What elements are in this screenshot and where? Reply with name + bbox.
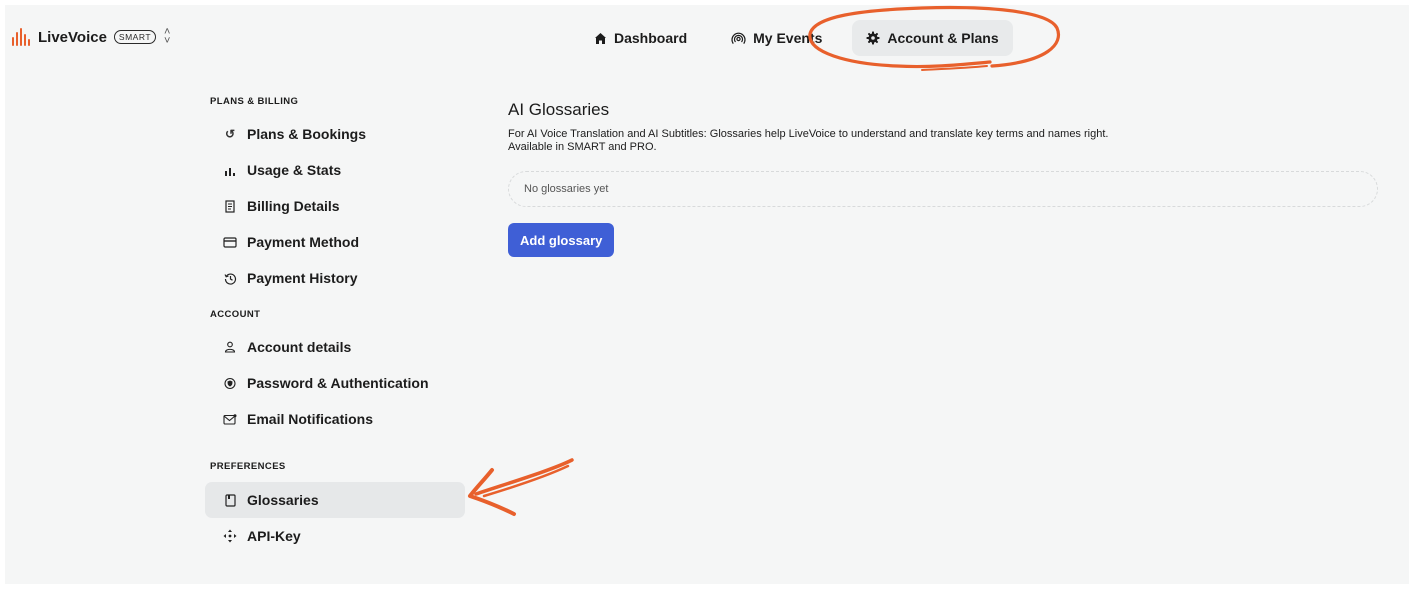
chevron-up-down-icon[interactable]: ˄ ˅ bbox=[164, 27, 170, 47]
sidebar-item-label: Usage & Stats bbox=[247, 162, 342, 178]
user-icon bbox=[223, 341, 237, 353]
annotation-ellipse bbox=[808, 5, 1060, 71]
settings-sidebar: PLANS & BILLING ↺ Plans & Bookings Usage… bbox=[205, 96, 465, 554]
plan-badge: SMART bbox=[113, 30, 157, 44]
sidebar-item-label: Payment History bbox=[247, 270, 358, 286]
mail-icon bbox=[223, 413, 237, 425]
book-icon bbox=[223, 493, 237, 507]
sidebar-item-plans-bookings[interactable]: ↺ Plans & Bookings bbox=[205, 116, 465, 152]
receipt-icon bbox=[223, 199, 237, 213]
section-title-plans-billing: PLANS & BILLING bbox=[210, 96, 299, 107]
nav-dashboard-label: Dashboard bbox=[614, 30, 688, 46]
sidebar-item-label: Plans & Bookings bbox=[247, 126, 367, 142]
add-glossary-button[interactable]: Add glossary bbox=[508, 223, 615, 257]
home-icon bbox=[594, 32, 607, 45]
description-line-1: For AI Voice Translation and AI Subtitle… bbox=[508, 128, 1109, 140]
sidebar-item-label: Password & Authentication bbox=[247, 375, 429, 391]
glossaries-empty-state: No glossaries yet bbox=[508, 171, 1378, 207]
sidebar-item-payment-history[interactable]: Payment History bbox=[205, 260, 465, 296]
history-icon bbox=[223, 272, 237, 285]
description-line-2: Available in SMART and PRO. bbox=[508, 141, 657, 153]
sidebar-item-payment-method[interactable]: Payment Method bbox=[205, 224, 465, 260]
sidebar-item-label: Payment Method bbox=[247, 234, 360, 250]
sidebar-item-label: Email Notifications bbox=[247, 411, 374, 427]
brand-name: LiveVoice bbox=[38, 28, 107, 46]
sidebar-item-api-key[interactable]: API-Key bbox=[205, 518, 465, 554]
section-title-account: ACCOUNT bbox=[210, 309, 261, 320]
shield-icon bbox=[223, 377, 237, 390]
sidebar-item-label: Billing Details bbox=[247, 198, 340, 214]
plans-icon: ↺ bbox=[224, 127, 236, 141]
sidebar-item-account-details[interactable]: Account details bbox=[205, 329, 465, 365]
page-description: For AI Voice Translation and AI Subtitle… bbox=[508, 128, 1378, 154]
sidebar-item-label: Account details bbox=[247, 339, 352, 355]
empty-state-text: No glossaries yet bbox=[524, 183, 609, 195]
sidebar-item-label: API-Key bbox=[247, 528, 301, 544]
section-title-preferences: PREFERENCES bbox=[210, 461, 286, 472]
credit-card-icon bbox=[223, 236, 237, 248]
nav-dashboard[interactable]: Dashboard bbox=[580, 20, 701, 56]
sidebar-item-email-notifications[interactable]: Email Notifications bbox=[205, 401, 465, 437]
sidebar-item-billing-details[interactable]: Billing Details bbox=[205, 188, 465, 224]
main-content: AI Glossaries For AI Voice Translation a… bbox=[508, 100, 1378, 257]
broadcast-icon bbox=[731, 32, 746, 45]
move-arrows-icon bbox=[223, 529, 237, 543]
sidebar-item-usage-stats[interactable]: Usage & Stats bbox=[205, 152, 465, 188]
sidebar-item-label: Glossaries bbox=[247, 492, 319, 508]
bar-chart-icon bbox=[223, 165, 237, 176]
sidebar-item-password-authentication[interactable]: Password & Authentication bbox=[205, 365, 465, 401]
annotation-arrow bbox=[468, 458, 574, 516]
livevoice-logo-icon bbox=[12, 28, 30, 46]
brand[interactable]: LiveVoice SMART ˄ ˅ bbox=[12, 27, 170, 47]
page-title: AI Glossaries bbox=[508, 100, 610, 119]
sidebar-item-glossaries[interactable]: Glossaries bbox=[205, 482, 465, 518]
